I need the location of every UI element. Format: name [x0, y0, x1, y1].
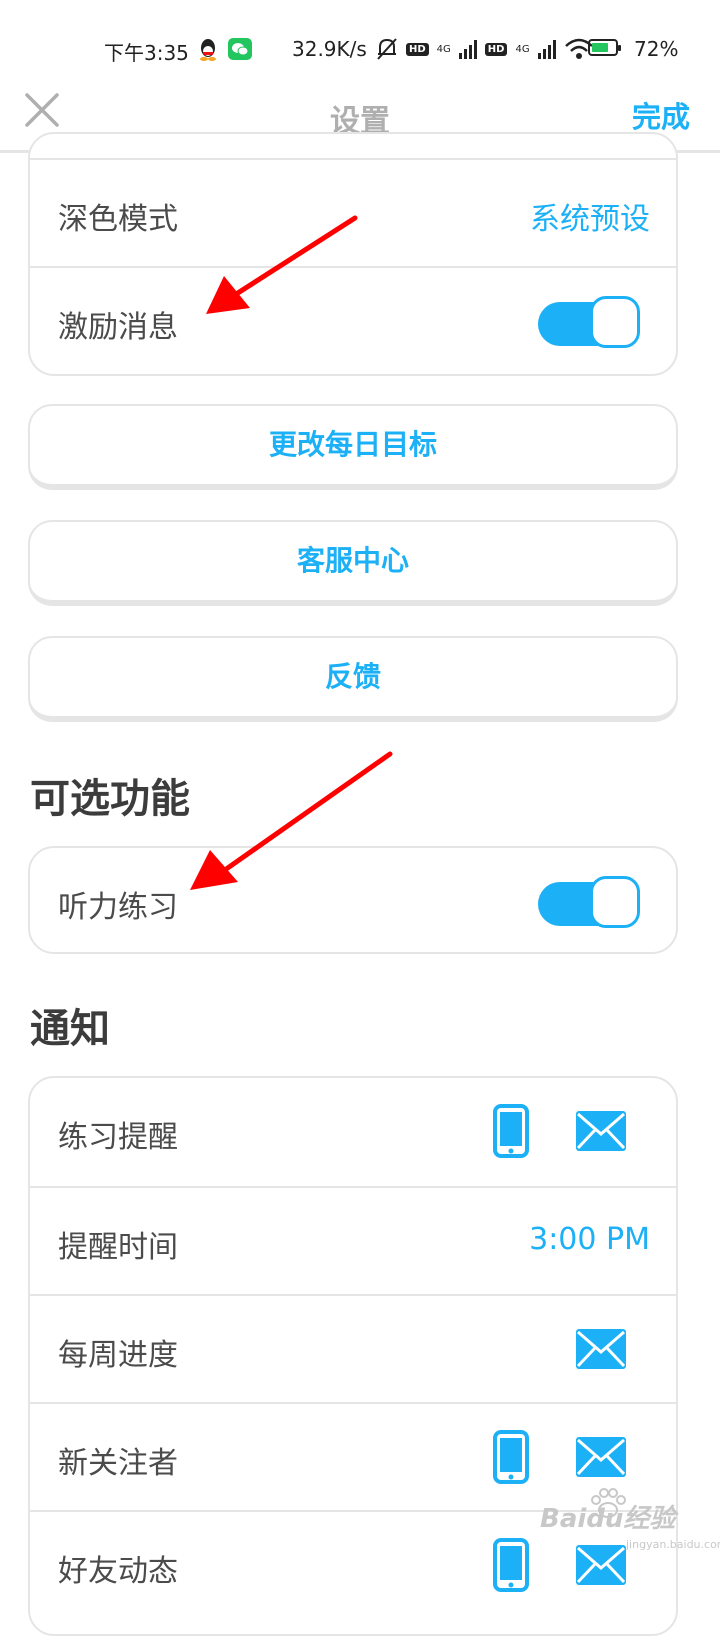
- mute-bell-icon: [377, 38, 397, 60]
- mail-icon[interactable]: [576, 1437, 626, 1477]
- row-label: 新关注者: [58, 1446, 178, 1481]
- battery-percent: 72%: [634, 37, 679, 61]
- mail-icon[interactable]: [576, 1329, 626, 1369]
- motivation-messages-toggle[interactable]: [538, 296, 642, 352]
- practice-reminder-row: 练习提醒: [30, 1078, 676, 1186]
- network-speed: 32.9K/s: [292, 37, 367, 61]
- row-label: 听力练习: [58, 890, 178, 925]
- done-button[interactable]: 完成: [632, 94, 690, 136]
- phone-icon[interactable]: [492, 1104, 530, 1158]
- qq-icon: [200, 39, 216, 61]
- network-type: 4G: [436, 43, 451, 55]
- mail-icon[interactable]: [576, 1111, 626, 1151]
- watermark-url: jingyan.baidu.com: [626, 1538, 720, 1551]
- row-label: 提醒时间: [58, 1230, 178, 1265]
- hd-badge: HD: [406, 42, 429, 56]
- signal-icon: [537, 39, 556, 59]
- network-type: 4G: [515, 43, 530, 55]
- row-label: 深色模式: [58, 202, 178, 237]
- weekly-progress-row: 每周进度: [30, 1294, 676, 1402]
- status-time: 下午3:35: [104, 41, 189, 65]
- row-label: 好友动态: [58, 1554, 178, 1589]
- dark-mode-value[interactable]: 系统预设: [530, 194, 650, 238]
- battery-icon: [588, 39, 621, 56]
- feedback-button[interactable]: 反馈: [28, 636, 678, 722]
- section-title-notifications: 通知: [30, 1006, 110, 1052]
- phone-icon[interactable]: [492, 1430, 530, 1484]
- watermark: Baidu经验 jingyan.baidu.com: [540, 1488, 720, 1558]
- change-daily-goal-button[interactable]: 更改每日目标: [28, 404, 678, 490]
- signal-icon: [458, 39, 477, 59]
- row-label: 练习提醒: [58, 1120, 178, 1155]
- status-bar: 下午3:35 32.9K/s HD 4G HD 4G 72%: [0, 0, 720, 92]
- watermark-brand: Baidu经验: [540, 1504, 676, 1534]
- red-arrow-icon: [206, 215, 358, 314]
- wechat-icon: [228, 38, 252, 60]
- row-label: 每周进度: [58, 1338, 178, 1373]
- hd-badge: HD: [484, 42, 508, 56]
- reminder-time-row[interactable]: 提醒时间 3:00 PM: [30, 1186, 676, 1294]
- section-title-optional: 可选功能: [30, 776, 190, 822]
- red-arrow-icon: [190, 751, 393, 890]
- row-label: 激励消息: [58, 310, 178, 345]
- customer-support-button[interactable]: 客服中心: [28, 520, 678, 606]
- phone-icon[interactable]: [492, 1538, 530, 1592]
- listening-practice-toggle[interactable]: [538, 876, 642, 932]
- reminder-time-value[interactable]: 3:00 PM: [529, 1222, 650, 1257]
